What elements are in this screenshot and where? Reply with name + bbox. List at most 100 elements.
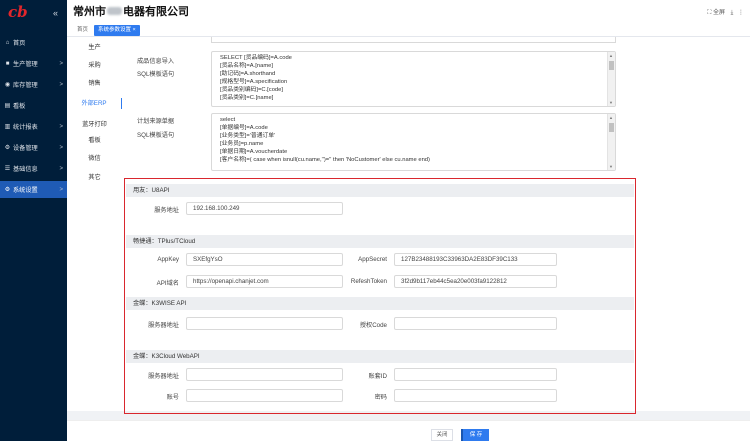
more-icon[interactable]: ⋮: [738, 10, 744, 16]
subnav-item-7[interactable]: 其它: [67, 172, 122, 183]
sidebar-item-2[interactable]: ◉ 库存管理 >: [0, 76, 67, 93]
appkey-input[interactable]: SXEfgYsO: [186, 253, 343, 266]
fullscreen-icon[interactable]: ⛶: [707, 10, 711, 16]
subnav-item-0[interactable]: 生产: [67, 42, 122, 53]
sql-line: [单据编号]=A.code: [220, 125, 268, 131]
sql1-scrollbar[interactable]: ▲ ▼: [607, 52, 615, 106]
equipment-icon: ⚙: [4, 145, 11, 151]
password-label: 密码: [374, 394, 387, 401]
username-label: 账号: [166, 394, 179, 401]
scroll-up-icon[interactable]: ▲: [609, 115, 613, 120]
subnav-item-6[interactable]: 微信: [67, 153, 122, 164]
sidebar-item-1[interactable]: ■ 生产管理 >: [0, 55, 67, 72]
sql-line: [业务员]=p.name: [220, 141, 264, 147]
production-icon: ■: [5, 60, 10, 67]
sql-line: [单据日期]=A.voucherdate: [220, 149, 288, 155]
inventory-icon: ◉: [4, 82, 11, 88]
sidebar-item-label: 基础信息: [13, 166, 38, 173]
subnav-item-4[interactable]: 蓝牙打印: [67, 119, 122, 130]
refresh-token-label: RefeshToken: [350, 278, 387, 285]
auth-code-input[interactable]: [394, 317, 557, 330]
sidebar-item-label: 设备管理: [13, 145, 38, 152]
logo-mark-icon: cb: [8, 3, 28, 21]
settings-icon: ⚙: [4, 187, 11, 193]
settings-subnav: 生产采购销售外部ERP 蓝牙打印看板微信其它: [67, 37, 122, 411]
subnav-item-5[interactable]: 看板: [67, 135, 122, 146]
sidebar-item-label: 首页: [13, 40, 26, 47]
u8-addr-label: 服务地址: [154, 207, 179, 214]
k3wise-addr-label: 服务器地址: [148, 322, 179, 329]
sql2-label-top: 计划来源单据: [137, 118, 175, 125]
basic-info-icon: ☰: [4, 166, 11, 172]
sql1-textarea[interactable]: SELECT [货品编码]=A.code [货品名称]=A.[name] [助记码]…: [211, 51, 616, 107]
k3cloud-addr-input[interactable]: [186, 368, 343, 381]
fullscreen-label[interactable]: 全屏: [713, 10, 725, 16]
sidebar-item-label: 看板: [13, 103, 26, 110]
k3wise-addr-input[interactable]: [186, 317, 343, 330]
footer-bar: 关闭 保 存: [67, 420, 750, 441]
api-domain-input[interactable]: https://openapi.chanjet.com: [186, 275, 343, 288]
sidebar-item-6[interactable]: ☰ 基础信息 >: [0, 160, 67, 177]
account-id-label: 账套ID: [368, 373, 387, 380]
sql-line: [业务类型]='普通订单': [220, 133, 276, 139]
download-icon[interactable]: ⤓: [731, 10, 734, 16]
u8-addr-input[interactable]: 192.168.100.249: [186, 202, 343, 215]
sidebar-item-label: 生产管理: [13, 61, 38, 68]
tab-bar: 首页 系统参数设置 ×: [67, 24, 750, 37]
sidebar-item-0[interactable]: ⌂ 首页: [0, 34, 67, 51]
company-name: 常州市 电器有限公司: [73, 6, 189, 18]
appsecret-label: AppSecret: [358, 256, 387, 263]
sidebar-item-4[interactable]: ▥ 统计报表 >: [0, 118, 67, 135]
sql2-label-bottom: SQL模板语句: [137, 132, 175, 139]
section-k3cloud: 金蝶：K3Cloud WebAPI: [126, 350, 634, 363]
sql-line: [货品类别]=C.[name]: [220, 95, 274, 101]
tab-system-settings[interactable]: 系统参数设置 ×: [94, 25, 140, 36]
sql-line: [货品名称]=A.[name]: [220, 63, 273, 69]
redacted-text: [107, 7, 122, 15]
refresh-token-input[interactable]: 3f2d9b117eb44c5ea20e003fa9122812: [394, 275, 557, 288]
subnav-item-2[interactable]: 销售: [67, 78, 122, 89]
scroll-up-icon[interactable]: ▲: [609, 53, 613, 58]
section-tplus: 畅捷通：TPlus/TCloud: [126, 235, 634, 248]
subnav-item-3[interactable]: 外部ERP: [67, 98, 122, 109]
chevron-right-icon: >: [59, 60, 63, 67]
sidebar-item-label: 系统设置: [13, 187, 38, 194]
tab-home[interactable]: 首页: [73, 25, 92, 36]
chevron-right-icon: >: [59, 81, 63, 88]
username-input[interactable]: [186, 389, 343, 402]
sidebar-item-label: 统计报表: [13, 124, 38, 131]
sql-line: SELECT [货品编码]=A.code: [220, 55, 292, 61]
collapse-icon[interactable]: «: [53, 8, 58, 18]
api-domain-label: API域名: [156, 280, 179, 287]
chevron-right-icon: >: [59, 144, 63, 151]
cut-off-field: [211, 37, 616, 43]
settings-panel: 生产采购销售外部ERP 蓝牙打印看板微信其它 成品信息导入 SQL模板语句 SEL…: [67, 37, 750, 414]
scroll-down-icon[interactable]: ▼: [609, 164, 613, 169]
auth-code-label: 授权Code: [359, 322, 387, 329]
sql2-scrollbar[interactable]: ▲ ▼: [607, 114, 615, 170]
subnav-item-1[interactable]: 采购: [67, 60, 122, 71]
scroll-down-icon[interactable]: ▼: [609, 100, 613, 105]
chevron-right-icon: >: [59, 186, 63, 193]
erp-settings-frame: 用友：U8API 服务地址 192.168.100.249 畅捷通：TPlus/…: [124, 178, 636, 414]
sidebar-item-7[interactable]: ⚙ 系统设置 >: [0, 181, 67, 198]
sidebar: cb « ⌂ 首页 ■ 生产管理 > ◉ 库存管理 > ▤ 看板 ▥ 统计报表 > ⚙ 设备管理 > ☰ 基础信息…: [0, 0, 67, 441]
sidebar-item-5[interactable]: ⚙ 设备管理 >: [0, 139, 67, 156]
sidebar-item-3[interactable]: ▤ 看板: [0, 97, 67, 114]
appsecret-input[interactable]: 127B23488193C33963DA2E83DF39C133: [394, 253, 557, 266]
sql1-label-bottom: SQL模板语句: [137, 71, 175, 78]
header: 常州市 电器有限公司 ⛶ 全屏 ⤓ ⋮: [67, 0, 750, 24]
close-button[interactable]: 关闭: [431, 429, 453, 441]
chevron-right-icon: >: [59, 165, 63, 172]
save-button[interactable]: 保 存: [461, 429, 489, 441]
header-actions: ⛶ 全屏 ⤓ ⋮: [707, 7, 744, 17]
sidebar-item-label: 库存管理: [13, 82, 38, 89]
password-input[interactable]: [394, 389, 557, 402]
section-k3wise: 金蝶：K3WISE API: [126, 297, 634, 310]
sql2-textarea[interactable]: select [单据编号]=A.code [业务类型]='普通订单' [业务员]=p.…: [211, 113, 616, 171]
sql1-label-top: 成品信息导入: [137, 58, 175, 65]
appkey-label: AppKey: [157, 256, 179, 263]
chevron-right-icon: >: [59, 123, 63, 130]
account-id-input[interactable]: [394, 368, 557, 381]
sql-line: [客户名称]=( case when isnull(cu.name,'')=''…: [220, 157, 430, 163]
